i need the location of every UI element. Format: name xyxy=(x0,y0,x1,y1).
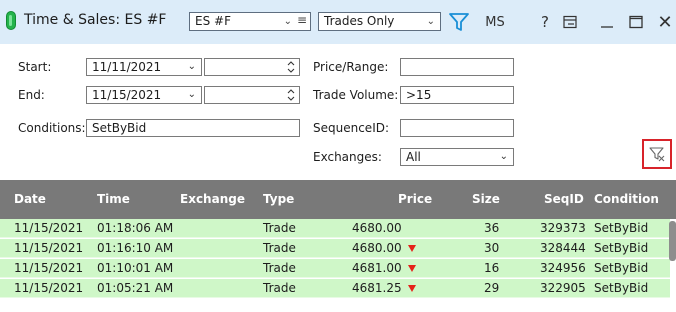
cell-size: 30 xyxy=(484,241,500,255)
window-title: Time & Sales: ES #F xyxy=(24,12,167,28)
filter-funnel-icon[interactable] xyxy=(447,10,471,34)
start-label: Start: xyxy=(18,60,52,74)
conditions-field[interactable]: SetByBid xyxy=(86,119,300,137)
trade-filter-value: Trades Only xyxy=(324,14,395,28)
table-row[interactable]: 11/15/2021 01:10:01 AM Trade 4681.00 16 … xyxy=(0,259,670,278)
cell-date: 11/15/2021 xyxy=(14,281,84,295)
column-header-exchange[interactable]: Exchange xyxy=(180,180,245,219)
down-tick-icon xyxy=(408,265,416,272)
sequence-id-label: SequenceID: xyxy=(313,121,390,135)
vertical-scrollbar[interactable] xyxy=(669,221,676,261)
chevron-down-icon[interactable]: ⌄ xyxy=(500,149,508,165)
price-range-field[interactable] xyxy=(400,58,514,76)
cell-date: 11/15/2021 xyxy=(14,221,84,235)
conditions-label: Conditions: xyxy=(18,121,86,135)
cell-date: 11/15/2021 xyxy=(14,261,84,275)
price-range-label: Price/Range: xyxy=(313,60,389,74)
cell-time: 01:18:06 AM xyxy=(97,221,174,235)
cell-time: 01:05:21 AM xyxy=(97,281,174,295)
cell-time: 01:16:10 AM xyxy=(97,241,174,255)
symbol-input[interactable]: ES #F ⌄ ≡ xyxy=(189,12,311,31)
title-bar: Time & Sales: ES #F ES #F ⌄ ≡ Trades Onl… xyxy=(0,0,676,44)
maximize-icon[interactable] xyxy=(626,10,646,34)
exchanges-select[interactable]: All ⌄ xyxy=(400,148,514,166)
minimize-icon[interactable] xyxy=(597,10,617,34)
start-date-field[interactable]: 11/11/2021 ⌄ xyxy=(86,58,202,76)
cell-condition: SetByBid xyxy=(594,261,649,275)
cell-type: Trade xyxy=(263,241,296,255)
down-tick-icon xyxy=(408,285,416,292)
trade-volume-label: Trade Volume: xyxy=(313,88,399,102)
column-header-time[interactable]: Time xyxy=(97,180,130,219)
cell-seqid: 329373 xyxy=(540,221,586,235)
start-date-value: 11/11/2021 xyxy=(92,60,162,74)
cell-size: 36 xyxy=(484,221,500,235)
chevron-down-icon[interactable]: ⌄ xyxy=(427,13,435,30)
sequence-id-field[interactable] xyxy=(400,119,514,137)
app-icon xyxy=(6,11,16,30)
table-row[interactable]: 11/15/2021 01:18:06 AM Trade 4680.00 36 … xyxy=(0,219,670,238)
column-header-condition[interactable]: Condition xyxy=(594,180,659,219)
table-row[interactable]: 11/15/2021 01:05:21 AM Trade 4681.25 29 … xyxy=(0,279,670,298)
conditions-value: SetByBid xyxy=(92,121,147,135)
ms-button[interactable]: MS xyxy=(480,10,510,34)
cell-price: 4680.00 xyxy=(352,241,402,255)
table-row[interactable]: 11/15/2021 01:16:10 AM Trade 4680.00 30 … xyxy=(0,239,670,258)
cell-type: Trade xyxy=(263,261,296,275)
grid-header: Date Time Exchange Type Price Size SeqID… xyxy=(0,180,676,219)
column-header-date[interactable]: Date xyxy=(14,180,46,219)
cell-seqid: 328444 xyxy=(540,241,586,255)
cell-size: 16 xyxy=(484,261,500,275)
chevron-down-icon[interactable]: ⌄ xyxy=(188,59,196,75)
end-date-value: 11/15/2021 xyxy=(92,88,162,102)
chevron-down-icon[interactable]: ⌄ xyxy=(188,87,196,103)
column-header-seqid[interactable]: SeqID xyxy=(544,180,584,219)
symbol-value: ES #F xyxy=(195,14,231,28)
cell-condition: SetByBid xyxy=(594,221,649,235)
down-tick-icon xyxy=(408,245,416,252)
cell-time: 01:10:01 AM xyxy=(97,261,174,275)
trades-grid: Date Time Exchange Type Price Size SeqID… xyxy=(0,180,676,312)
menu-icon[interactable]: ≡ xyxy=(297,12,307,29)
cell-condition: SetByBid xyxy=(594,241,649,255)
column-header-type[interactable]: Type xyxy=(263,180,294,219)
column-header-size[interactable]: Size xyxy=(472,180,500,219)
spinner-icon[interactable] xyxy=(287,88,295,102)
cell-price: 4681.25 xyxy=(352,281,402,295)
cell-date: 11/15/2021 xyxy=(14,241,84,255)
cell-size: 29 xyxy=(484,281,500,295)
end-time-field[interactable] xyxy=(204,86,300,104)
exchanges-value: All xyxy=(406,150,421,164)
close-icon[interactable]: ✕ xyxy=(654,10,676,34)
end-label: End: xyxy=(18,88,45,102)
help-icon[interactable]: ? xyxy=(537,10,553,34)
clear-filter-button[interactable] xyxy=(642,139,672,169)
clear-filter-icon xyxy=(649,147,665,162)
exchanges-label: Exchanges: xyxy=(313,150,382,164)
cell-condition: SetByBid xyxy=(594,281,649,295)
cell-seqid: 324956 xyxy=(540,261,586,275)
cell-price: 4681.00 xyxy=(352,261,402,275)
cell-seqid: 322905 xyxy=(540,281,586,295)
panel-icon[interactable] xyxy=(560,10,580,34)
column-header-price[interactable]: Price xyxy=(398,180,432,219)
trade-filter-select[interactable]: Trades Only ⌄ xyxy=(318,12,441,31)
trade-volume-value: >15 xyxy=(406,88,432,102)
spinner-icon[interactable] xyxy=(287,60,295,74)
cell-type: Trade xyxy=(263,221,296,235)
cell-type: Trade xyxy=(263,281,296,295)
cell-price: 4680.00 xyxy=(352,221,402,235)
start-time-field[interactable] xyxy=(204,58,300,76)
trade-volume-field[interactable]: >15 xyxy=(400,86,514,104)
end-date-field[interactable]: 11/15/2021 ⌄ xyxy=(86,86,202,104)
chevron-down-icon[interactable]: ⌄ xyxy=(284,13,292,30)
